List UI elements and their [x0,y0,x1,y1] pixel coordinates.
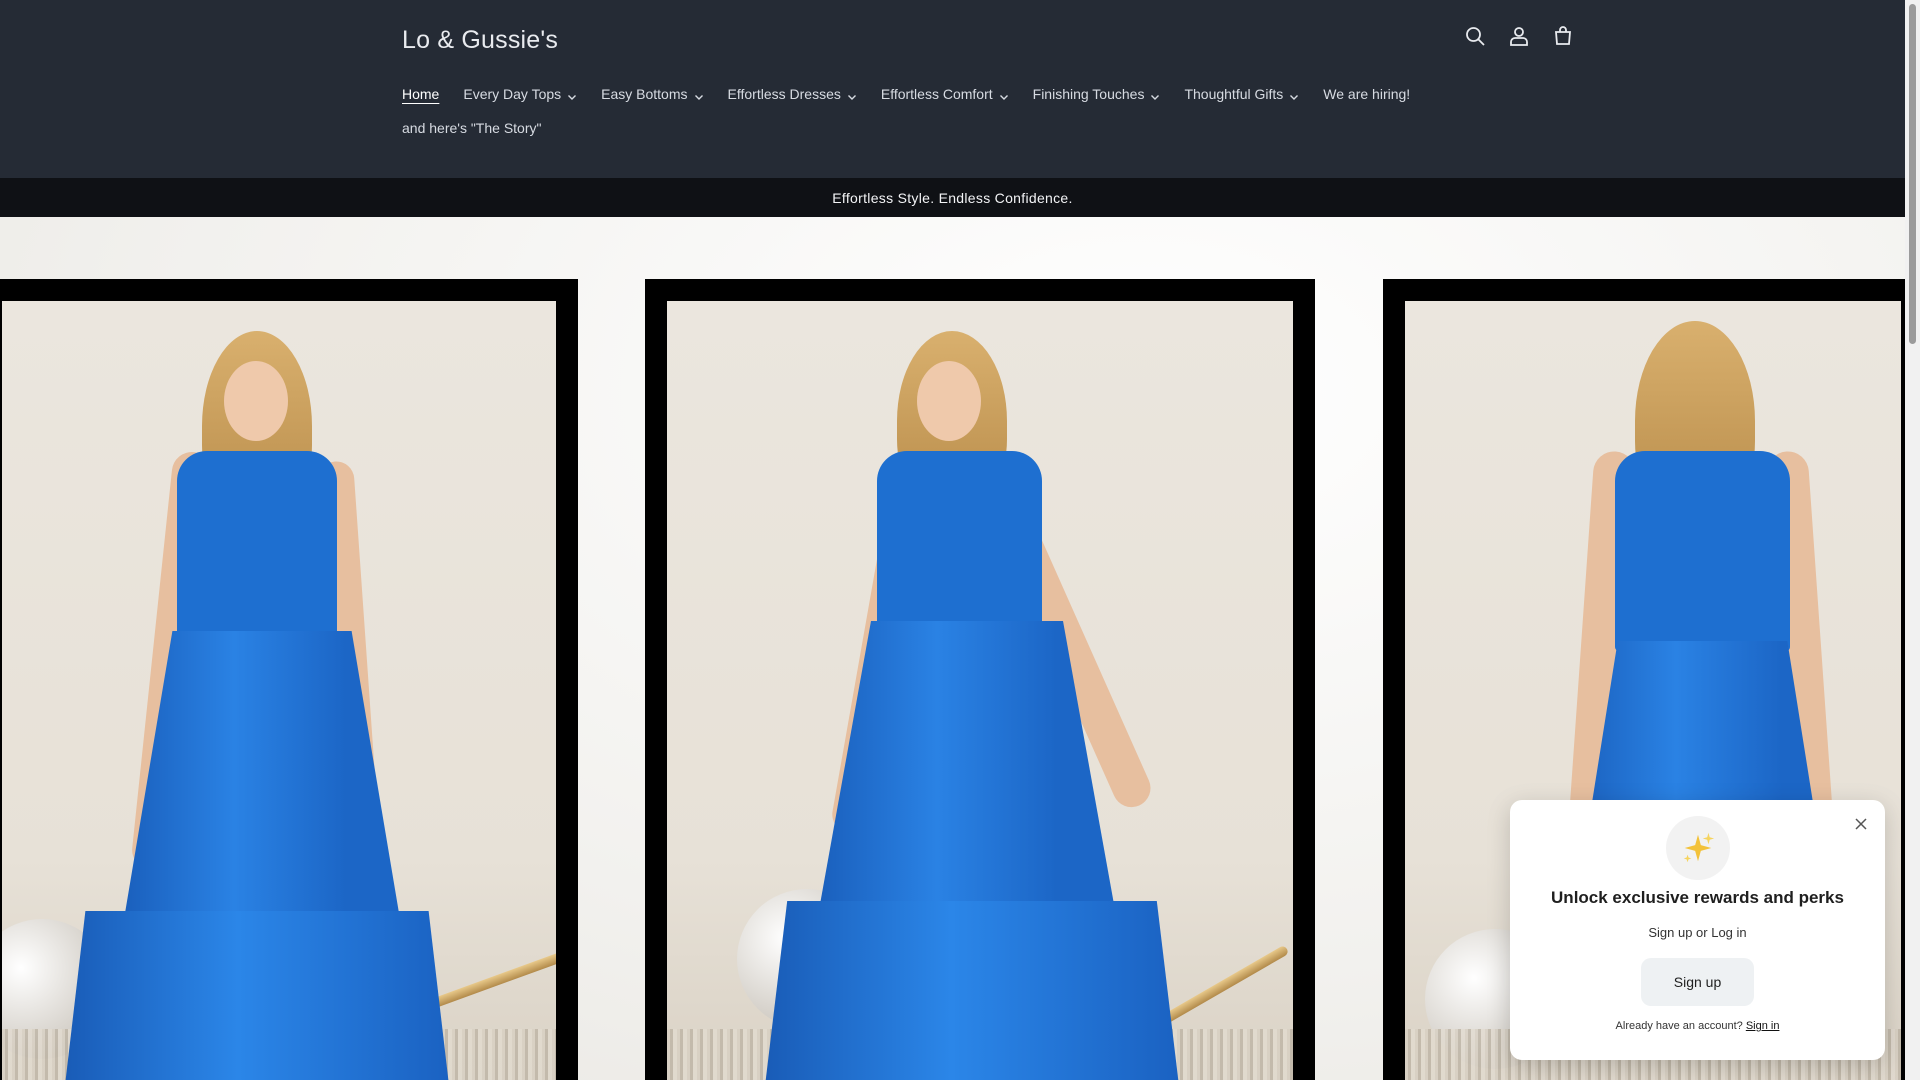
close-icon[interactable] [1853,816,1869,832]
nav-item-easy-bottoms[interactable]: Easy Bottoms [601,86,703,102]
chevron-down-icon [999,89,1009,100]
dress-tier [62,911,452,1080]
nav-item-finishing-touches[interactable]: Finishing Touches [1033,86,1161,102]
dress-tier [762,901,1182,1080]
nav-item-the-story[interactable]: and here's "The Story" [402,120,541,136]
search-icon[interactable] [1463,24,1487,48]
nav-item-home[interactable]: Home [402,86,439,102]
decor-bamboo [430,951,556,1009]
chevron-down-icon [567,89,577,100]
popup-title: Unlock exclusive rewards and perks [1551,888,1844,907]
decor-bamboo [1154,944,1290,1029]
popup-footer: Already have an account? Sign in [1510,1020,1885,1032]
sign-in-link[interactable]: Sign in [1746,1020,1780,1032]
rewards-badge [1666,816,1730,880]
nav-item-label: Home [402,86,440,102]
header-icons [1463,24,1575,48]
nav-item-label: Easy Bottoms [601,86,688,102]
footer-text: Already have an account? [1615,1020,1743,1032]
nav-item-thoughtful-gifts[interactable]: Thoughtful Gifts [1184,86,1299,102]
hero-photo-frame [645,279,1315,1080]
rewards-popup: Unlock exclusive rewards and perks Sign … [1510,800,1885,1060]
model-photo [667,301,1293,1080]
nav-item-label: Thoughtful Gifts [1184,86,1284,102]
hero-photo-frame [0,279,578,1080]
scrollbar-thumb[interactable] [1909,4,1916,344]
sign-up-button[interactable]: Sign up [1641,958,1754,1006]
nav-item-effortless-comfort[interactable]: Effortless Comfort [881,86,1009,102]
nav-item-label: Effortless Dresses [727,86,841,102]
chevron-down-icon [1289,89,1299,100]
nav-item-label: Finishing Touches [1032,86,1145,102]
cart-icon[interactable] [1551,24,1575,48]
nav-item-effortless-dresses[interactable]: Effortless Dresses [728,86,857,102]
nav-item-label: Effortless Comfort [880,86,993,102]
main-navigation: Home Every Day Tops Easy Bottoms Effortl… [402,86,1532,136]
page-scrollbar[interactable] [1905,0,1920,1080]
sparkles-icon [1683,832,1715,863]
brand-logo[interactable]: Lo & Gussie's [402,26,558,55]
account-icon[interactable] [1507,24,1531,48]
nav-item-we-are-hiring[interactable]: We are hiring! [1323,86,1410,102]
nav-item-label: Every Day Tops [463,86,562,102]
nav-item-label: and here's "The Story" [402,120,542,136]
nav-item-every-day-tops[interactable]: Every Day Tops [463,86,577,102]
model-face [224,361,288,441]
dress-bodice [1615,451,1790,651]
announcement-bar: Effortless Style. Endless Confidence. [0,178,1905,217]
chevron-down-icon [694,89,704,100]
model-face [917,361,981,441]
site-header: Lo & Gussie's Home Every Day Tops Easy B… [0,0,1905,178]
chevron-down-icon [1150,89,1160,100]
model-photo [2,301,556,1080]
dress-bodice [877,451,1042,631]
announcement-text: Effortless Style. Endless Confidence. [832,189,1073,206]
popup-subtitle: Sign up or Log in [1648,925,1747,940]
nav-item-label: We are hiring! [1323,86,1411,102]
chevron-down-icon [847,89,857,100]
dress-bodice [177,451,337,641]
